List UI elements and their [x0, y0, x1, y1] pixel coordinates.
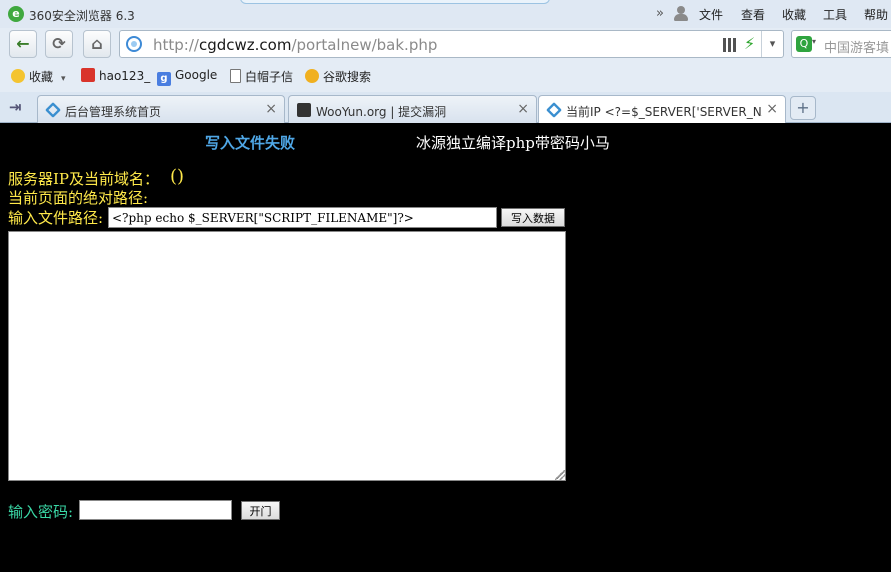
title-bar: e 360安全浏览器 6.3 » 文件 查看 收藏 工具 帮助 — [0, 0, 891, 28]
refresh-button[interactable]: ⟳ — [45, 30, 73, 58]
new-tab-button[interactable]: + — [790, 96, 816, 120]
guge-icon — [305, 69, 319, 83]
menu-view[interactable]: 查看 — [741, 6, 765, 23]
browser-logo-icon: e — [8, 6, 24, 22]
site-favicon-icon — [45, 102, 61, 118]
absolute-path-label: 当前页面的绝对路径: — [8, 189, 149, 207]
tab-strip: ⇥ 后台管理系统首页 × WooYun.org | 提交漏洞 × 当前IP <?… — [0, 92, 891, 124]
url-dropdown-button[interactable]: ▾ — [761, 31, 783, 57]
tab-current-page[interactable]: 当前IP <?=$_SERVER['SERVER_NA × — [538, 95, 786, 124]
menu-more-button[interactable]: » — [656, 6, 664, 21]
url-path: /portalnew/bak.php — [291, 36, 438, 54]
home-button[interactable]: ⌂ — [83, 30, 111, 58]
url-prefix: http:// — [153, 36, 199, 54]
resize-handle-icon[interactable] — [555, 470, 565, 480]
browser-chrome: e 360安全浏览器 6.3 » 文件 查看 收藏 工具 帮助 ← ⟳ ⌂ ht… — [0, 0, 891, 124]
tab-label: WooYun.org | 提交漏洞 — [316, 105, 447, 119]
menu-help[interactable]: 帮助 — [864, 6, 888, 23]
server-ip-value: () — [170, 166, 185, 187]
bookmark-favorites[interactable]: 收藏 ▾ — [11, 68, 66, 85]
qr-code-icon[interactable] — [723, 38, 737, 52]
server-ip-label: 服务器IP及当前域名： — [8, 170, 160, 188]
bookmark-guge-search[interactable]: 谷歌搜索 — [305, 68, 371, 85]
tab-admin-home[interactable]: 后台管理系统首页 × — [37, 95, 285, 123]
user-account-icon[interactable] — [673, 5, 689, 21]
write-fail-message: 写入文件失败 — [205, 134, 296, 152]
tab-label: 后台管理系统首页 — [65, 105, 162, 119]
tab-label: 当前IP <?=$_SERVER['SERVER_NA — [566, 105, 762, 119]
page-heading: 冰源独立编译php带密码小马 — [416, 134, 610, 152]
url-text[interactable]: http://cgdcwz.com/portalnew/bak.php — [153, 36, 437, 54]
menu-file[interactable]: 文件 — [699, 6, 723, 23]
bookmark-hao123[interactable]: hao123_ — [81, 68, 150, 83]
file-path-label: 输入文件路径: — [8, 209, 104, 227]
google-icon: g — [157, 72, 171, 86]
search-bar[interactable]: Q ▾ 中国游客填 — [791, 30, 891, 58]
page-icon — [230, 69, 241, 83]
file-content-textarea[interactable] — [8, 231, 566, 481]
close-icon[interactable]: × — [265, 101, 277, 117]
wooyun-favicon-icon — [297, 103, 311, 117]
chevron-down-icon[interactable]: ▾ — [61, 74, 66, 84]
sidebar-toggle-icon[interactable]: ⇥ — [9, 98, 22, 116]
url-host: cgdcwz.com — [198, 36, 292, 54]
site-security-icon[interactable] — [126, 36, 142, 52]
bookmarks-bar: 收藏 ▾ hao123_ g Google 白帽子信 谷歌搜索 — [0, 62, 891, 90]
close-icon[interactable]: × — [766, 101, 778, 117]
window-title: 360安全浏览器 6.3 — [29, 9, 135, 23]
bookmark-bmzx[interactable]: 白帽子信 — [230, 68, 293, 85]
password-label: 输入密码: — [8, 503, 74, 521]
close-icon[interactable]: × — [517, 101, 529, 117]
write-data-button[interactable]: 写入数据 — [501, 208, 565, 227]
search-engine-icon[interactable]: Q — [796, 36, 812, 52]
password-input[interactable] — [79, 500, 232, 520]
address-bar[interactable]: http://cgdcwz.com/portalnew/bak.php ⚡ ▾ — [119, 30, 784, 58]
bookmark-google[interactable]: g Google — [157, 68, 217, 86]
file-path-input[interactable] — [108, 207, 497, 228]
navigation-bar: ← ⟳ ⌂ http://cgdcwz.com/portalnew/bak.ph… — [0, 28, 891, 60]
speed-mode-icon[interactable]: ⚡ — [744, 34, 755, 53]
back-button[interactable]: ← — [9, 30, 37, 58]
title-bar-decoration — [240, 0, 550, 4]
search-engine-dropdown-icon[interactable]: ▾ — [812, 37, 816, 46]
open-door-button[interactable]: 开门 — [241, 501, 280, 520]
search-input[interactable]: 中国游客填 — [824, 37, 889, 56]
web-page-content: 写入文件失败 冰源独立编译php带密码小马 服务器IP及当前域名： () 当前页… — [0, 123, 891, 572]
menu-tools[interactable]: 工具 — [823, 6, 847, 23]
hao123-icon — [81, 68, 95, 82]
tab-wooyun[interactable]: WooYun.org | 提交漏洞 × — [288, 95, 537, 123]
site-favicon-icon — [546, 102, 562, 118]
star-icon — [11, 69, 25, 83]
menu-favorites[interactable]: 收藏 — [782, 6, 806, 23]
